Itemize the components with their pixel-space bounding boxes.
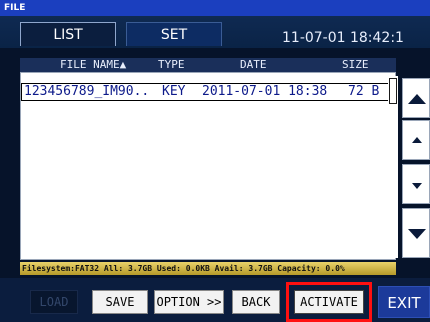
- triangle-up-small-icon: [412, 137, 422, 143]
- triangle-up-large-icon: [408, 94, 426, 104]
- table-row[interactable]: 123456789_IM90.. KEY 2011-07-01 18:38 72…: [21, 83, 395, 101]
- scroll-bottom-button[interactable]: [402, 208, 430, 258]
- back-button[interactable]: BACK: [232, 290, 280, 314]
- triangle-down-large-icon: [408, 229, 426, 239]
- scroll-up-button[interactable]: [402, 120, 430, 160]
- save-button[interactable]: SAVE: [92, 290, 148, 314]
- file-size-cell: 72 B: [348, 84, 380, 99]
- scroll-down-button[interactable]: [402, 164, 430, 204]
- scrollbar[interactable]: [388, 76, 398, 258]
- column-header-date[interactable]: DATE: [240, 58, 267, 72]
- load-button[interactable]: LOAD: [30, 290, 78, 314]
- file-type-cell: KEY: [162, 84, 186, 99]
- triangle-down-small-icon: [412, 183, 422, 189]
- window-title: FILE: [0, 0, 430, 16]
- tab-list[interactable]: LIST: [20, 22, 116, 46]
- filesystem-status: Filesystem:FAT32 All: 3.7GB Used: 0.0KB …: [20, 262, 396, 275]
- file-date-cell: 2011-07-01 18:38: [202, 84, 328, 99]
- scroll-top-button[interactable]: [402, 78, 430, 118]
- scroll-thumb[interactable]: [389, 78, 397, 104]
- activate-button[interactable]: ACTIVATE: [294, 290, 364, 314]
- column-header-size[interactable]: SIZE: [342, 58, 369, 72]
- clock-display: 11-07-01 18:42:1: [282, 30, 404, 46]
- exit-button[interactable]: EXIT: [378, 286, 430, 318]
- file-list[interactable]: 123456789_IM90.. KEY 2011-07-01 18:38 72…: [20, 72, 396, 260]
- tab-set[interactable]: SET: [126, 22, 222, 46]
- column-header: FILE NAME▲ TYPE DATE SIZE: [20, 58, 396, 72]
- option-button[interactable]: OPTION >>: [154, 290, 224, 314]
- column-header-file-name[interactable]: FILE NAME▲: [60, 58, 126, 72]
- column-header-type[interactable]: TYPE: [158, 58, 185, 72]
- file-name-cell: 123456789_IM90..: [24, 84, 150, 99]
